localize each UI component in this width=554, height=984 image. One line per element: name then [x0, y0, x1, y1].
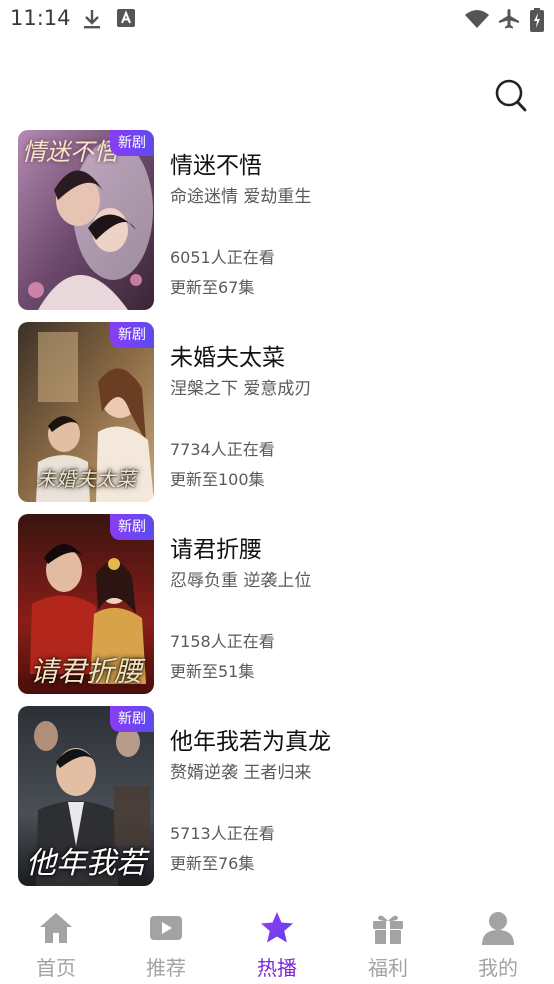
poster-title-art: 他年我若	[26, 846, 146, 881]
drama-title: 请君折腰	[170, 537, 262, 563]
poster-title-art: 情迷不悟	[22, 138, 118, 166]
person-icon	[482, 912, 514, 945]
new-drama-badge: 新剧	[110, 514, 154, 540]
drama-tagline: 命途迷情 爱劫重生	[170, 187, 312, 207]
download-icon	[82, 8, 102, 34]
drama-poster[interactable]: 请君折腰 新剧	[18, 514, 154, 694]
episode-status: 更新至76集	[170, 854, 255, 873]
nav-label: 推荐	[146, 956, 186, 980]
drama-poster[interactable]: 未婚夫太菜 新剧	[18, 322, 154, 502]
drama-title: 情迷不悟	[170, 153, 262, 179]
nav-label: 我的	[478, 956, 518, 980]
battery-charging-icon	[530, 8, 544, 36]
drama-item[interactable]: 未婚夫太菜 新剧 未婚夫太菜 涅槃之下 爱意成刃 7734人正在看 更新至100…	[0, 322, 554, 502]
play-icon	[150, 916, 182, 940]
poster-title-art: 未婚夫太菜	[36, 467, 136, 491]
search-icon	[495, 79, 527, 112]
drama-item[interactable]: 他年我若 新剧 他年我若为真龙 赘婿逆袭 王者归来 5713人正在看 更新至76…	[0, 706, 554, 886]
drama-item[interactable]: 请君折腰 新剧 请君折腰 忍辱负重 逆袭上位 7158人正在看 更新至51集	[0, 514, 554, 694]
a-notification-icon	[116, 8, 136, 32]
nav-item-me[interactable]: 我的	[458, 908, 538, 982]
drama-title: 他年我若为真龙	[170, 729, 331, 755]
gift-icon	[373, 915, 403, 944]
drama-poster[interactable]: 情迷不悟 新剧	[18, 130, 154, 310]
episode-status: 更新至67集	[170, 278, 255, 297]
episode-status: 更新至100集	[170, 470, 265, 489]
wifi-icon	[464, 9, 490, 33]
drama-tagline: 涅槃之下 爱意成刃	[170, 379, 312, 399]
watching-count: 7158人正在看	[170, 632, 275, 651]
nav-item-home[interactable]: 首页	[16, 908, 96, 982]
poster-title-art: 请君折腰	[29, 655, 142, 688]
status-bar: 11:14	[0, 0, 554, 38]
airplane-mode-icon	[498, 8, 520, 34]
new-drama-badge: 新剧	[110, 706, 154, 732]
status-time: 11:14	[10, 6, 71, 30]
nav-label: 热播	[257, 956, 297, 980]
nav-item-welfare[interactable]: 福利	[348, 908, 428, 982]
drama-title: 未婚夫太菜	[170, 345, 285, 371]
watching-count: 6051人正在看	[170, 248, 275, 267]
episode-status: 更新至51集	[170, 662, 255, 681]
drama-tagline: 赘婿逆袭 王者归来	[170, 763, 312, 783]
nav-label: 福利	[368, 956, 408, 980]
drama-poster[interactable]: 他年我若 新剧	[18, 706, 154, 886]
bottom-nav: 首页 推荐 热播 福利 我的	[0, 900, 554, 984]
nav-item-recommend[interactable]: 推荐	[126, 908, 206, 982]
drama-item[interactable]: 情迷不悟 新剧 情迷不悟 命途迷情 爱劫重生 6051人正在看 更新至67集	[0, 130, 554, 310]
new-drama-badge: 新剧	[110, 322, 154, 348]
watching-count: 7734人正在看	[170, 440, 275, 459]
drama-tagline: 忍辱负重 逆袭上位	[170, 571, 312, 591]
search-button[interactable]	[494, 78, 528, 114]
nav-label: 首页	[36, 956, 76, 980]
home-icon	[40, 913, 72, 943]
header	[0, 38, 554, 124]
nav-item-hot[interactable]: 热播	[237, 908, 317, 982]
new-drama-badge: 新剧	[110, 130, 154, 156]
star-icon	[261, 912, 293, 943]
watching-count: 5713人正在看	[170, 824, 275, 843]
